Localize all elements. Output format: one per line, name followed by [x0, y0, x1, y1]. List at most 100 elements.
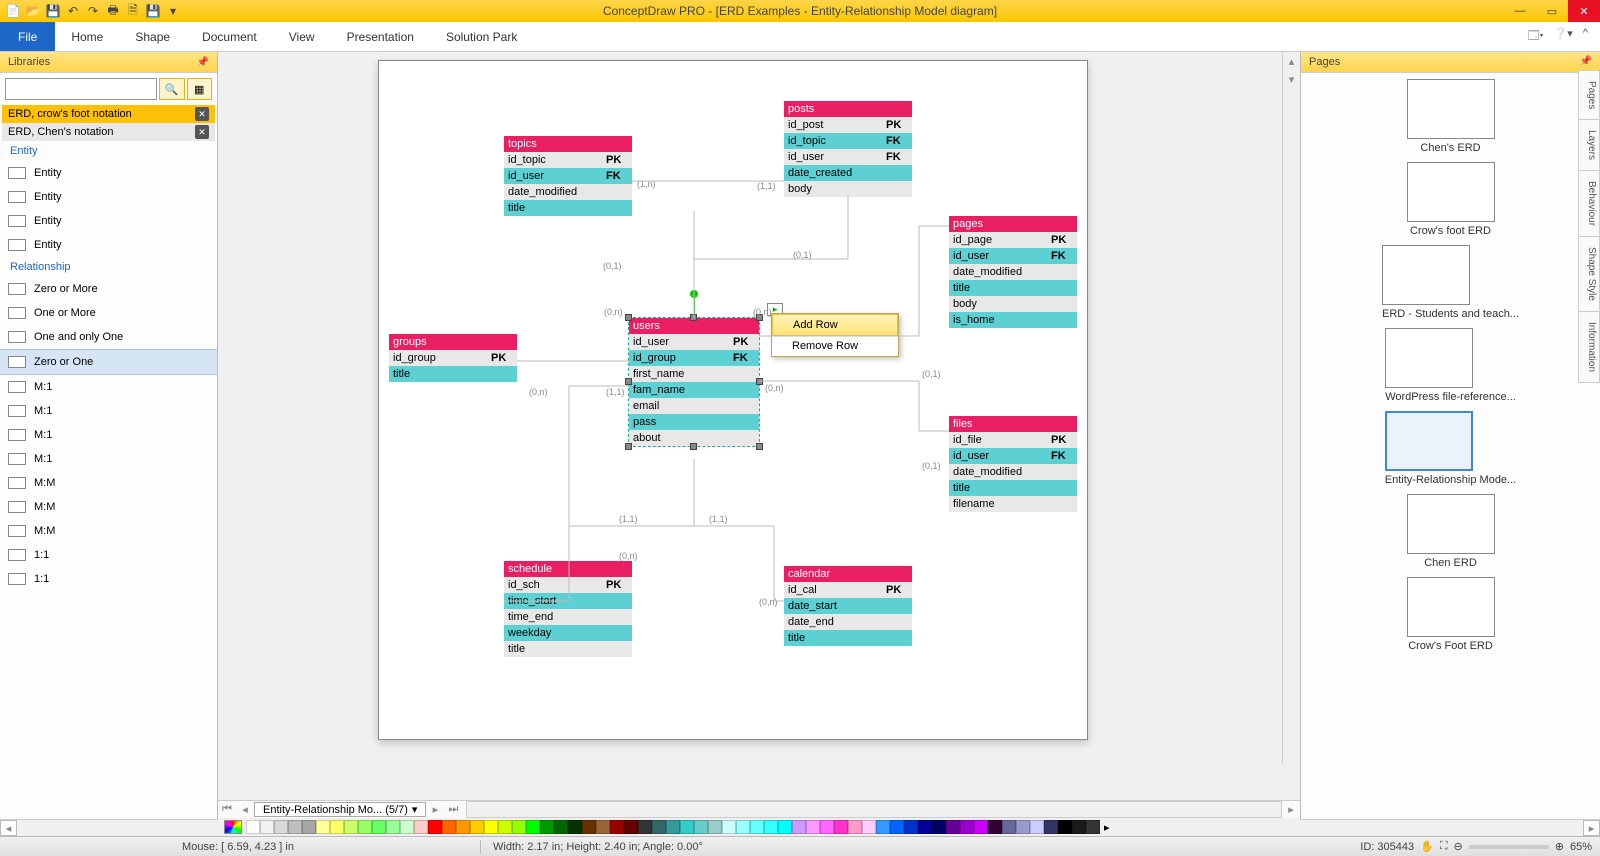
color-swatch[interactable]	[498, 820, 512, 834]
vertical-scrollbar[interactable]: ▴ ▾	[1282, 52, 1300, 764]
tab-shape[interactable]: Shape	[119, 22, 186, 51]
color-swatch[interactable]	[330, 820, 344, 834]
page-thumbnail[interactable]: Chen ERD	[1407, 494, 1495, 569]
color-swatch[interactable]	[316, 820, 330, 834]
color-swatch[interactable]	[820, 820, 834, 834]
library-item[interactable]: M:1	[0, 399, 217, 423]
color-swatch[interactable]	[428, 820, 442, 834]
color-swatch[interactable]	[568, 820, 582, 834]
print-icon[interactable]: 🖶	[104, 2, 122, 20]
library-item[interactable]: One and only One	[0, 325, 217, 349]
minimize-button[interactable]: —	[1504, 0, 1536, 22]
color-swatch[interactable]	[904, 820, 918, 834]
color-swatch[interactable]	[540, 820, 554, 834]
library-item[interactable]: M:1	[0, 375, 217, 399]
color-swatch[interactable]	[750, 820, 764, 834]
search-icon[interactable]: 🔍	[159, 78, 185, 100]
window-icon[interactable]: 🗔▾	[1528, 27, 1544, 46]
color-swatch[interactable]	[778, 820, 792, 834]
page-tab[interactable]: Entity-Relationship Mo... (5/7) ▾	[254, 802, 426, 817]
library-item[interactable]: M:1	[0, 447, 217, 471]
color-swatch[interactable]	[680, 820, 694, 834]
color-swatch[interactable]	[764, 820, 778, 834]
scroll-up-icon[interactable]: ▴	[1283, 52, 1300, 70]
color-swatch[interactable]	[484, 820, 498, 834]
color-swatch[interactable]	[372, 820, 386, 834]
save-icon[interactable]: 💾	[44, 2, 62, 20]
side-tab-information[interactable]: Information	[1578, 311, 1600, 383]
color-swatch[interactable]	[442, 820, 456, 834]
color-swatch[interactable]	[638, 820, 652, 834]
tab-document[interactable]: Document	[186, 22, 273, 51]
color-swatch[interactable]	[666, 820, 680, 834]
color-swatch[interactable]	[302, 820, 316, 834]
entity-users[interactable]: users id_userPKid_groupFKfirst_namefam_n…	[629, 318, 759, 446]
color-swatch[interactable]	[386, 820, 400, 834]
color-swatch[interactable]	[624, 820, 638, 834]
color-swatch[interactable]	[918, 820, 932, 834]
page-thumbnail[interactable]: Crow's foot ERD	[1407, 162, 1495, 237]
color-swatch[interactable]	[848, 820, 862, 834]
color-swatch[interactable]	[1072, 820, 1086, 834]
color-swatch[interactable]	[526, 820, 540, 834]
collapse-ribbon-icon[interactable]: ^	[1583, 27, 1588, 46]
entity-files[interactable]: filesid_filePKid_userFKdate_modifiedtitl…	[949, 416, 1077, 512]
pan-tool-icon[interactable]: ✋	[1420, 840, 1434, 853]
page-thumbnail[interactable]: Chen's ERD	[1407, 79, 1495, 154]
color-swatch[interactable]	[260, 820, 274, 834]
color-swatch[interactable]	[554, 820, 568, 834]
close-pill-icon[interactable]: ✕	[195, 125, 209, 139]
color-swatch[interactable]	[708, 820, 722, 834]
color-swatch[interactable]	[890, 820, 904, 834]
color-swatch[interactable]	[358, 820, 372, 834]
tab-solution-park[interactable]: Solution Park	[430, 22, 533, 51]
menu-add-row[interactable]: Add Row	[772, 314, 898, 336]
color-swatch[interactable]	[652, 820, 666, 834]
page-thumbnail[interactable]: Crow's Foot ERD	[1407, 577, 1495, 652]
entity-calendar[interactable]: calendarid_calPKdate_startdate_endtitle	[784, 566, 912, 646]
view-mode-icon[interactable]: ▦	[187, 78, 213, 100]
library-item[interactable]: M:M	[0, 471, 217, 495]
library-item[interactable]: 1:1	[0, 543, 217, 567]
color-swatch[interactable]	[1058, 820, 1072, 834]
close-pill-icon[interactable]: ✕	[195, 107, 209, 121]
color-swatch[interactable]	[456, 820, 470, 834]
redo-icon[interactable]: ↷	[84, 2, 102, 20]
color-swatch[interactable]	[1086, 820, 1100, 834]
zoom-slider[interactable]	[1469, 845, 1549, 849]
color-swatch[interactable]	[1030, 820, 1044, 834]
library-item[interactable]: Zero or One	[0, 349, 217, 375]
entity-posts[interactable]: postsid_postPKid_topicFKid_userFKdate_cr…	[784, 101, 912, 197]
color-swatch[interactable]	[722, 820, 736, 834]
page-thumbnail[interactable]: Entity-Relationship Mode...	[1385, 411, 1516, 486]
file-tab[interactable]: File	[0, 22, 55, 51]
color-swatch[interactable]	[988, 820, 1002, 834]
scroll-right-edge-icon[interactable]: ▸	[1282, 803, 1300, 816]
entity-groups[interactable]: groupsid_groupPKtitle	[389, 334, 517, 382]
side-tab-shape-style[interactable]: Shape Style	[1578, 236, 1600, 312]
library-item[interactable]: Zero or More	[0, 277, 217, 301]
fit-page-icon[interactable]: ⛶	[1440, 840, 1448, 853]
color-swatch[interactable]	[610, 820, 624, 834]
library-pill-chens[interactable]: ERD, Chen's notation ✕	[2, 123, 215, 141]
color-swatch[interactable]	[960, 820, 974, 834]
color-swatch[interactable]	[1002, 820, 1016, 834]
canvas[interactable]: topicsid_topicPKid_userFKdate_modifiedti…	[218, 52, 1300, 800]
libraries-search-input[interactable]	[5, 78, 157, 100]
tab-view[interactable]: View	[273, 22, 331, 51]
color-swatch[interactable]	[806, 820, 820, 834]
first-page-icon[interactable]: ⏮	[218, 803, 236, 816]
library-item[interactable]: M:M	[0, 519, 217, 543]
side-tab-layers[interactable]: Layers	[1578, 119, 1600, 171]
undo-icon[interactable]: ↶	[64, 2, 82, 20]
library-pill-crows-foot[interactable]: ERD, crow's foot notation ✕	[2, 105, 215, 123]
preview-icon[interactable]: 🗎	[124, 2, 142, 20]
library-item[interactable]: M:1	[0, 423, 217, 447]
entity-topics[interactable]: topicsid_topicPKid_userFKdate_modifiedti…	[504, 136, 632, 216]
qat-dropdown-icon[interactable]: ▾	[164, 2, 182, 20]
color-swatch[interactable]	[400, 820, 414, 834]
color-swatch[interactable]	[876, 820, 890, 834]
library-item[interactable]: Entity	[0, 209, 217, 233]
color-swatch[interactable]	[274, 820, 288, 834]
color-swatch[interactable]	[834, 820, 848, 834]
